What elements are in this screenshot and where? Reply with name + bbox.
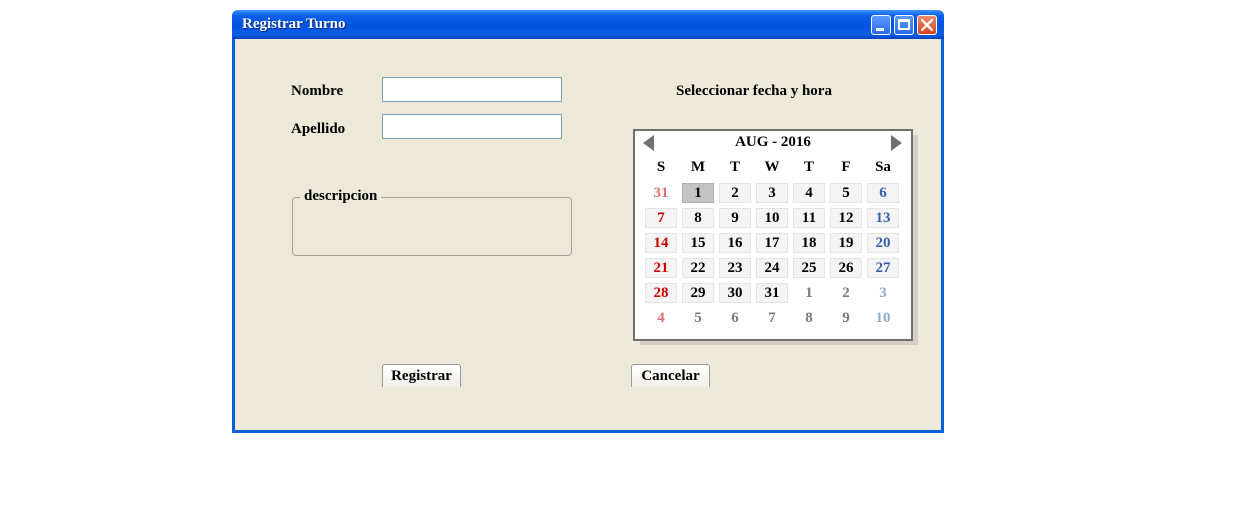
window-title: Registrar Turno — [242, 16, 346, 32]
maximize-button[interactable] — [894, 15, 914, 35]
nombre-input[interactable] — [383, 78, 561, 101]
calendar-day[interactable]: 6 — [719, 308, 751, 328]
close-icon — [921, 19, 933, 31]
calendar-day[interactable]: 3 — [756, 183, 788, 203]
calendar-day[interactable]: 24 — [756, 258, 788, 278]
calendar-day[interactable]: 29 — [682, 283, 714, 303]
title-bar[interactable]: Registrar Turno — [232, 10, 944, 39]
calendar-day[interactable]: 1 — [793, 283, 825, 303]
close-button[interactable] — [917, 15, 937, 35]
calendar-day[interactable]: 10 — [756, 208, 788, 228]
calendar-day[interactable]: 19 — [830, 233, 862, 253]
calendar-day[interactable]: 14 — [645, 233, 677, 253]
calendar-day[interactable]: 27 — [867, 258, 899, 278]
nombre-label: Nombre — [291, 83, 344, 99]
weekday-header: M — [690, 159, 706, 175]
calendar-day[interactable]: 23 — [719, 258, 751, 278]
calendar-day[interactable]: 31 — [645, 183, 677, 203]
calendar-day[interactable]: 17 — [756, 233, 788, 253]
calendar-day[interactable]: 4 — [645, 308, 677, 328]
cancelar-button[interactable]: Cancelar — [631, 364, 710, 387]
calendar-day[interactable]: 2 — [830, 283, 862, 303]
calendar-day[interactable]: 5 — [682, 308, 714, 328]
calendar-day[interactable]: 2 — [719, 183, 751, 203]
maximize-icon — [898, 19, 910, 30]
apellido-label: Apellido — [291, 121, 346, 137]
calendar-month-year: AUG - 2016 — [735, 134, 811, 150]
fecha-label: Seleccionar fecha y hora — [676, 83, 832, 99]
calendar-day[interactable]: 15 — [682, 233, 714, 253]
calendar-day[interactable]: 20 — [867, 233, 899, 253]
calendar-day[interactable]: 26 — [830, 258, 862, 278]
calendar-day[interactable]: 8 — [793, 308, 825, 328]
weekday-header: T — [803, 159, 814, 175]
descripcion-group[interactable]: descripcion — [292, 188, 572, 256]
calendar-day[interactable]: 22 — [682, 258, 714, 278]
weekday-header: T — [729, 159, 740, 175]
registrar-button[interactable]: Registrar — [382, 364, 461, 387]
calendar-day[interactable]: 7 — [645, 208, 677, 228]
apellido-field-box — [382, 114, 562, 139]
calendar-day[interactable]: 3 — [867, 283, 899, 303]
nombre-field-box — [382, 77, 562, 102]
calendar-day[interactable]: 5 — [830, 183, 862, 203]
calendar-day[interactable]: 10 — [867, 308, 899, 328]
calendar-day[interactable]: 30 — [719, 283, 751, 303]
weekday-header: Sa — [875, 159, 891, 175]
registrar-turno-window: Registrar Turno Nombre Apellido descripc… — [232, 10, 944, 433]
apellido-input[interactable] — [383, 115, 561, 138]
calendar-day[interactable]: 18 — [793, 233, 825, 253]
weekday-header: S — [656, 159, 666, 175]
calendar-day[interactable]: 6 — [867, 183, 899, 203]
calendar-day[interactable]: 1 — [682, 183, 714, 203]
calendar-day[interactable]: 13 — [867, 208, 899, 228]
calendar-day[interactable]: 21 — [645, 258, 677, 278]
calendar-day[interactable]: 31 — [756, 283, 788, 303]
calendar-day[interactable]: 9 — [719, 208, 751, 228]
calendar-day[interactable]: 7 — [756, 308, 788, 328]
calendar-day[interactable]: 25 — [793, 258, 825, 278]
calendar-day[interactable]: 12 — [830, 208, 862, 228]
minimize-button[interactable] — [871, 15, 891, 35]
calendar-day[interactable]: 16 — [719, 233, 751, 253]
weekday-header: W — [764, 159, 780, 175]
calendar-day[interactable]: 28 — [645, 283, 677, 303]
descripcion-label: descripcion — [300, 188, 382, 205]
next-month-icon[interactable] — [891, 135, 902, 151]
calendar-day[interactable]: 4 — [793, 183, 825, 203]
minimize-icon — [876, 28, 884, 31]
calendar-day[interactable]: 8 — [682, 208, 714, 228]
calendar-day[interactable]: 9 — [830, 308, 862, 328]
calendar-day[interactable]: 11 — [793, 208, 825, 228]
date-picker-calendar: AUG - 2016 S M T W T F Sa 31 1 2 3 4 5 6 7 8 9 10 11 12 13 14… — [633, 129, 913, 341]
weekday-header: F — [841, 159, 851, 175]
